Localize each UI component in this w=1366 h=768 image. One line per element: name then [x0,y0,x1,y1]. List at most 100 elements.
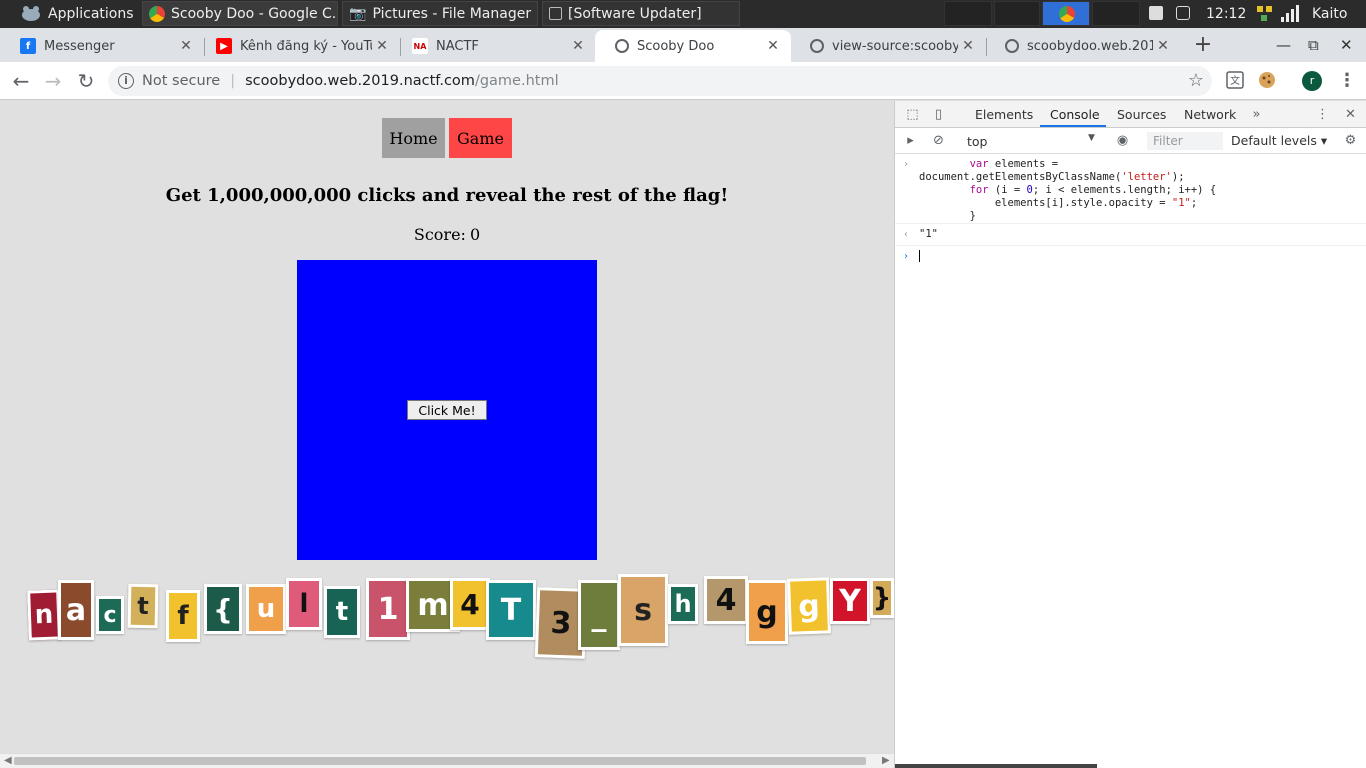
close-tab-icon[interactable]: ✕ [1153,38,1173,54]
log-levels-label: Default levels [1231,133,1317,148]
score-value: 0 [469,225,481,244]
nav-game-button[interactable]: Game [449,118,512,158]
devtools-menu-icon[interactable]: ⋮ [1315,107,1330,122]
inspect-element-icon[interactable]: ⬚ [905,107,920,122]
minimize-window-icon[interactable]: — [1276,36,1291,54]
svg-text:文: 文 [1230,74,1240,87]
close-tab-icon[interactable]: ✕ [568,38,588,54]
flag-letter: g [746,580,788,644]
scroll-left-icon[interactable]: ◀ [4,755,12,766]
flag-letter: n [27,589,61,641]
browser-toolbar: ← → ↻ i Not secure | scoobydoo.web.2019.… [0,62,1366,100]
console-output[interactable]: › var elements = document.getElementsByC… [895,154,1366,263]
console-settings-gear-icon[interactable]: ⚙ [1343,133,1358,148]
applications-menu[interactable]: Applications [14,0,140,28]
flag-letter: _ [578,580,620,650]
flag-letter: { [204,584,242,634]
device-toolbar-icon[interactable]: ▯ [931,107,946,122]
tab-view-source[interactable]: view-source:scoobydoo ✕ [790,30,986,62]
console-prompt[interactable]: › [895,246,1366,263]
workspace-4[interactable] [1092,1,1140,26]
flag-letter: } [870,578,894,618]
workspace-3[interactable] [1042,1,1090,26]
log-levels-dropdown[interactable]: Default levels ▾ [1231,133,1327,148]
click-me-button[interactable]: Click Me! [407,400,487,420]
back-button[interactable]: ← [10,70,32,92]
more-tabs-icon[interactable]: » [1249,107,1264,122]
new-tab-button[interactable]: + [1192,34,1214,57]
flag-letter: s [618,574,668,646]
close-devtools-icon[interactable]: ✕ [1343,107,1358,122]
camera-icon: 📷 [349,5,367,22]
devtools-scrollbar[interactable] [895,764,1366,768]
user-name[interactable]: Kaito [1306,0,1353,28]
taskbar-window-software-updater[interactable]: [Software Updater] [542,1,740,26]
tab-scooby-doo[interactable]: Scooby Doo ✕ [595,30,791,62]
clipboard-tray-icon[interactable] [1176,6,1190,20]
close-tab-icon[interactable]: ✕ [372,38,392,54]
forward-button[interactable]: → [42,70,64,92]
profile-avatar[interactable]: r [1302,71,1322,91]
console-result-entry: ‹ "1" [895,224,1366,246]
context-selector[interactable]: top [961,132,1097,150]
tab-title: NACTF [436,38,479,54]
chrome-icon [1059,6,1075,22]
bookmark-star-icon[interactable]: ☆ [1188,70,1204,91]
close-tab-icon[interactable]: ✕ [176,38,196,54]
scrollbar-thumb[interactable] [14,757,866,765]
flag-letter: t [324,586,360,638]
clock[interactable]: 12:12 [1200,0,1252,28]
info-tray-icon[interactable] [1149,6,1163,20]
tab-title: Scooby Doo [637,38,715,54]
info-icon[interactable]: i [118,73,134,89]
score-display: Score: 0 [0,225,894,244]
signal-tray-icon[interactable] [1280,5,1300,23]
score-label: Score: [413,225,466,244]
tab-youtube[interactable]: ▶ Kênh đăng ký - YouTube ✕ [196,30,400,62]
taskbar-window-file-manager[interactable]: 📷 Pictures - File Manager [342,1,538,26]
nav-home-button[interactable]: Home [382,118,445,158]
tab-console[interactable]: Console [1050,107,1100,122]
tab-network[interactable]: Network [1184,107,1236,122]
tab-title: scoobydoo.web.2019 [1027,38,1153,54]
flag-letter: f [166,590,200,642]
system-taskbar: Applications Scooby Doo - Google C... 📷 … [0,0,1366,28]
scroll-right-icon[interactable]: ▶ [882,755,890,766]
tab-messenger[interactable]: f Messenger ✕ [0,30,204,62]
taskbar-window-chrome[interactable]: Scooby Doo - Google C... [142,1,338,26]
nactf-icon: NA [412,38,428,54]
tab-sources[interactable]: Sources [1117,107,1166,122]
console-toolbar: ▸ ⊘ top ▼ ◉ Filter Default levels ▾ ⚙ [895,128,1366,154]
network-tray-icon[interactable] [1256,5,1274,23]
address-bar[interactable]: i Not secure | scoobydoo.web.2019.nactf.… [108,66,1212,96]
page-horizontal-scrollbar[interactable]: ◀ ▶ [0,753,894,768]
taskbar-window-label: Scooby Doo - Google C... [171,5,338,22]
tab-scoobydoo-web[interactable]: scoobydoo.web.2019 ✕ [985,30,1181,62]
close-tab-icon[interactable]: ✕ [763,38,783,54]
console-filter-input[interactable]: Filter [1147,132,1223,150]
flag-letter: 4 [450,578,490,630]
applications-label: Applications [48,6,134,22]
xfce-mouse-icon [22,6,40,21]
translate-icon[interactable]: 文 [1226,71,1244,89]
clear-console-icon[interactable]: ⊘ [931,133,946,148]
devtools-panel: ⬚ ▯ Elements Console Sources Network » ⋮… [894,101,1366,768]
globe-icon [810,39,824,53]
tab-nactf[interactable]: NA NACTF ✕ [392,30,596,62]
reload-button[interactable]: ↻ [75,70,97,92]
close-window-icon[interactable]: ✕ [1340,36,1353,54]
flag-letter: u [246,584,286,634]
taskbar-window-label: [Software Updater] [568,5,702,22]
cookie-icon[interactable] [1258,71,1276,89]
workspace-2[interactable] [994,1,1040,26]
tab-elements[interactable]: Elements [975,107,1033,122]
restore-window-icon[interactable]: ⧉ [1308,36,1319,54]
flag-letter: h [668,584,698,624]
prompt-chevron-icon: › [903,251,910,262]
live-expression-eye-icon[interactable]: ◉ [1115,133,1130,148]
menu-kebab-icon[interactable]: ⋮ [1338,70,1356,91]
close-tab-icon[interactable]: ✕ [958,38,978,54]
sidebar-toggle-icon[interactable]: ▸ [903,133,918,148]
workspace-1[interactable] [944,1,992,26]
globe-icon [1005,39,1019,53]
